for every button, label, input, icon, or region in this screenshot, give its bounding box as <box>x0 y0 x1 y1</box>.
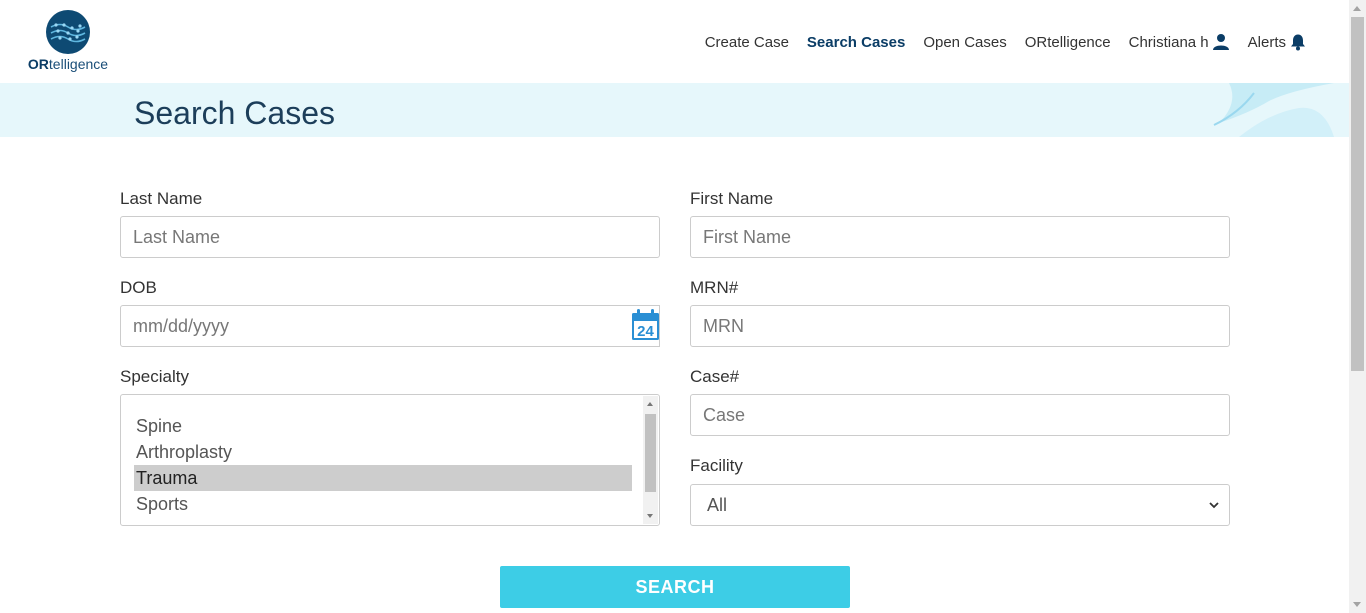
page-scroll-down-icon[interactable] <box>1353 602 1361 607</box>
user-name: Christiana h <box>1128 33 1209 51</box>
nav-open-cases[interactable]: Open Cases <box>923 34 1006 51</box>
bell-icon <box>1291 34 1305 51</box>
calendar-icon: 24 <box>632 309 659 340</box>
first-name-input[interactable] <box>690 216 1230 258</box>
specialty-option-spine[interactable]: Spine <box>134 413 632 439</box>
specialty-option-arthroplasty[interactable]: Arthroplasty <box>134 439 632 465</box>
calendar-button[interactable]: 24 <box>631 305 660 347</box>
svg-text:24: 24 <box>637 323 654 340</box>
specialty-option-sports[interactable]: Sports <box>134 491 632 517</box>
page-banner: Search Cases <box>0 83 1349 137</box>
page-scroll-thumb[interactable] <box>1351 17 1364 371</box>
first-name-label: First Name <box>690 189 774 208</box>
mrn-label: MRN# <box>690 278 739 297</box>
scroll-up-icon[interactable] <box>647 402 653 406</box>
top-header: ORtelligence Create Case Search Cases Op… <box>0 0 1349 83</box>
dob-label: DOB <box>120 278 157 297</box>
nav-search-cases[interactable]: Search Cases <box>807 34 905 51</box>
page-title: Search Cases <box>134 95 335 131</box>
banner-wave-decoration <box>1213 83 1334 137</box>
logo-text: ORtelligence <box>27 56 109 72</box>
alerts-label: Alerts <box>1247 33 1286 51</box>
specialty-scrollbar[interactable] <box>643 396 658 524</box>
logo-icon <box>46 10 90 54</box>
specialty-option-trauma[interactable]: Trauma <box>134 465 632 491</box>
nav-user-menu[interactable]: Christiana h <box>1129 33 1230 51</box>
chevron-down-icon <box>1209 502 1219 509</box>
facility-label: Facility <box>690 456 743 475</box>
search-button[interactable]: SEARCH <box>500 566 850 608</box>
page-scroll-up-icon[interactable] <box>1353 6 1361 11</box>
specialty-scroll-thumb[interactable] <box>645 414 656 492</box>
nav-ortelligence[interactable]: ORtelligence <box>1025 34 1111 51</box>
facility-select[interactable]: All <box>690 484 1230 526</box>
case-input[interactable] <box>690 394 1230 436</box>
case-label: Case# <box>690 367 740 386</box>
last-name-input[interactable] <box>120 216 660 258</box>
page-scrollbar[interactable] <box>1349 0 1366 613</box>
user-icon <box>1212 34 1229 50</box>
mrn-input[interactable] <box>690 305 1230 347</box>
logo[interactable]: ORtelligence <box>26 10 110 74</box>
nav-alerts[interactable]: Alerts <box>1248 33 1307 51</box>
specialty-listbox[interactable]: Spine Arthroplasty Trauma Sports <box>120 394 660 526</box>
specialty-label: Specialty <box>120 367 189 386</box>
main-nav: Create Case Search Cases Open Cases ORte… <box>687 33 1307 51</box>
facility-selected-value: All <box>707 495 728 515</box>
last-name-label: Last Name <box>120 189 203 208</box>
nav-create-case[interactable]: Create Case <box>705 34 789 51</box>
scroll-down-icon[interactable] <box>647 514 653 518</box>
dob-field: 24 <box>120 305 660 347</box>
dob-input[interactable] <box>120 305 632 347</box>
